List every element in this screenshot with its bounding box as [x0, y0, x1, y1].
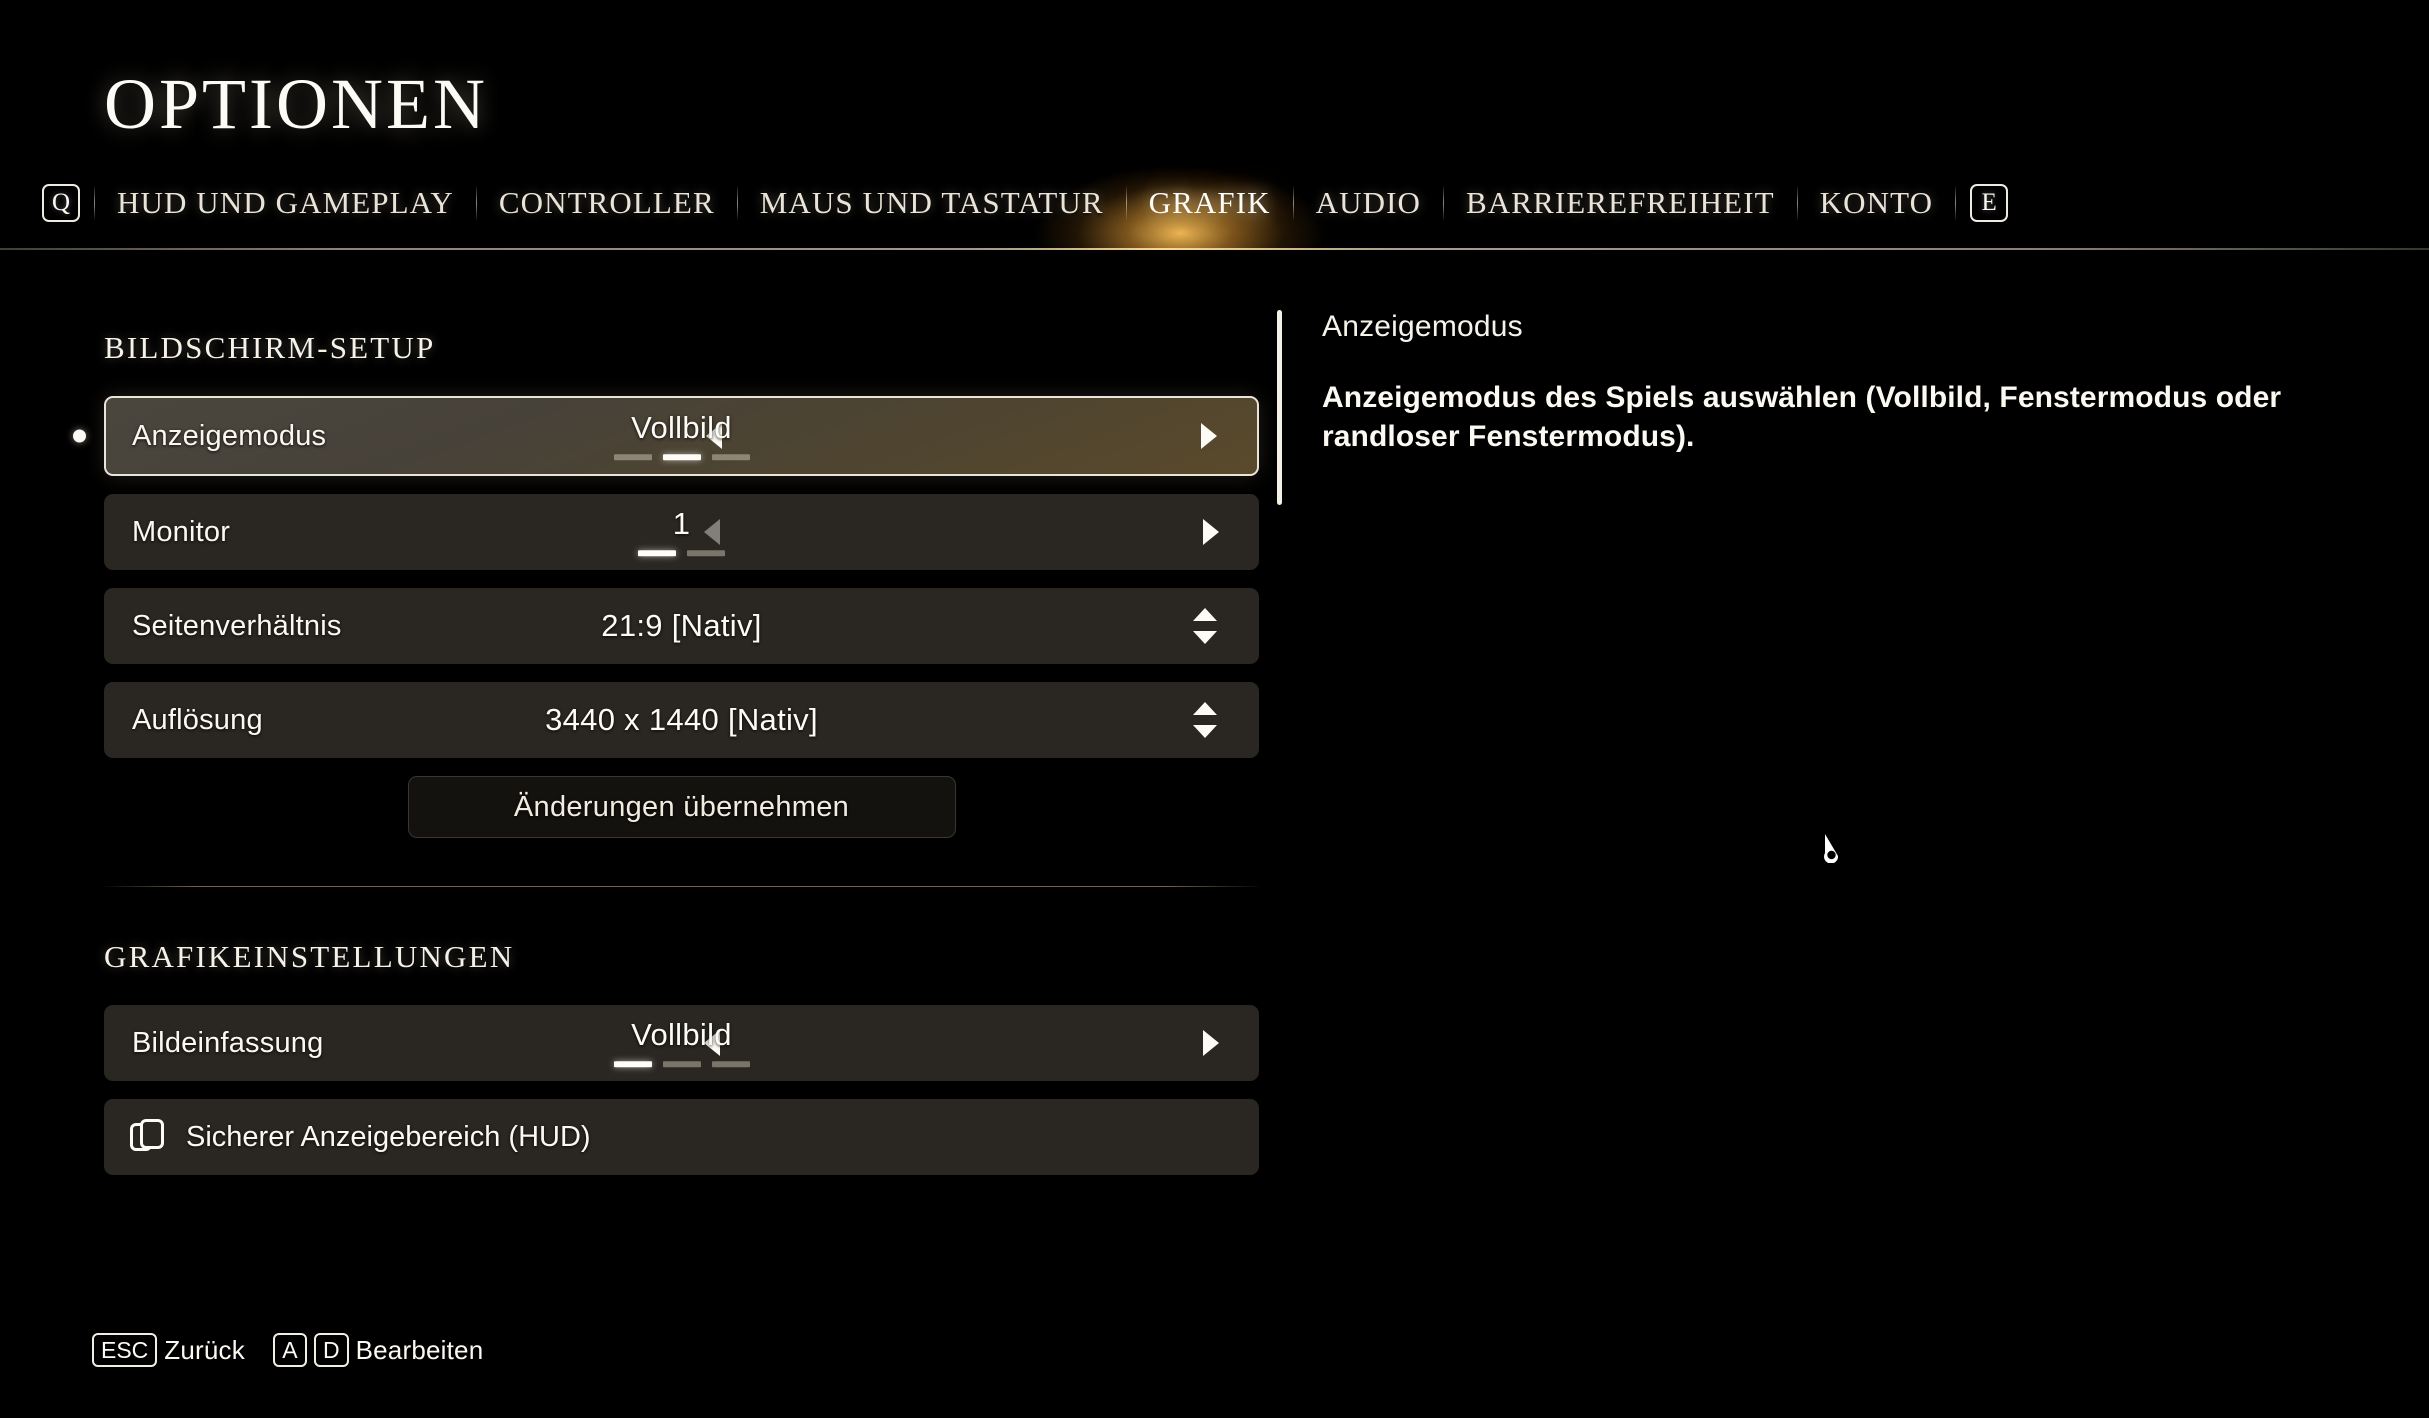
decrement-arrow-icon[interactable] — [704, 1030, 720, 1056]
setting-value: 3440 x 1440 [Nativ] — [545, 702, 818, 737]
step-indicator — [613, 1060, 750, 1067]
apply-changes-button[interactable]: Änderungen übernehmen — [407, 776, 956, 838]
description-body: Anzeigemodus des Spiels auswählen (Vollb… — [1322, 381, 2282, 453]
prev-tab-key-badge[interactable]: Q — [42, 184, 80, 222]
description-accent-bar — [1277, 310, 1282, 505]
description-panel: Anzeigemodus Anzeigemodus des Spiels aus… — [1322, 310, 2357, 456]
setting-row-monitor[interactable]: Monitor 1 — [104, 494, 1259, 570]
setting-label: Monitor — [132, 515, 231, 548]
key-badge-esc[interactable]: ESC — [92, 1333, 158, 1367]
graphics-settings-rows: Bildeinfassung Vollbild Sicherer Anzeige… — [104, 1005, 1259, 1175]
tab-audio[interactable]: AUDIO — [1294, 185, 1443, 221]
tab-bar: Q HUD UND GAMEPLAY CONTROLLER MAUS UND T… — [28, 178, 2022, 228]
tab-controller[interactable]: CONTROLLER — [477, 185, 737, 221]
setting-label: Anzeigemodus — [132, 419, 327, 452]
tab-separator — [1955, 186, 1957, 220]
mouse-cursor — [1824, 834, 1839, 863]
setting-row-bildeinfassung[interactable]: Bildeinfassung Vollbild — [104, 1005, 1259, 1081]
header-divider — [0, 248, 2429, 250]
overlapping-frames-icon — [130, 1119, 166, 1155]
step-dash — [613, 453, 652, 460]
step-dash-active — [662, 453, 701, 460]
settings-column: BILDSCHIRM-SETUP Anzeigemodus Vollbild M… — [73, 330, 1259, 1193]
increment-arrow-icon[interactable] — [1201, 423, 1217, 449]
tab-maus-und-tastatur[interactable]: MAUS UND TASTATUR — [738, 185, 1126, 221]
description-title: Anzeigemodus — [1322, 310, 1523, 343]
setting-value: 21:9 [Nativ] — [601, 608, 762, 643]
setting-value: 1 — [672, 506, 691, 542]
increment-arrow-icon[interactable] — [1203, 1030, 1219, 1056]
tab-konto[interactable]: KONTO — [1798, 185, 1955, 221]
step-dash — [711, 453, 750, 460]
options-screen: OPTIONEN Q HUD UND GAMEPLAY CONTROLLER M… — [0, 0, 2429, 1418]
setting-row-anzeigemodus[interactable]: Anzeigemodus Vollbild — [73, 396, 1259, 476]
section-heading-graphics-settings: GRAFIKEINSTELLUNGEN — [104, 939, 515, 974]
step-indicator — [638, 549, 725, 556]
updown-chevron-icon[interactable] — [1193, 608, 1217, 644]
key-badge-a[interactable]: A — [272, 1333, 307, 1367]
step-indicator — [613, 453, 750, 460]
updown-chevron-icon[interactable] — [1193, 702, 1217, 738]
footer-hints: ESC Zurück A D Bearbeiten — [92, 1333, 511, 1367]
step-dash — [711, 1060, 750, 1067]
setting-label: Sicherer Anzeigebereich (HUD) — [186, 1120, 591, 1153]
tab-barrierefreiheit[interactable]: BARRIEREFREIHEIT — [1444, 185, 1797, 221]
increment-arrow-icon[interactable] — [1203, 519, 1219, 545]
setting-row-aufloesung[interactable]: Auflösung 3440 x 1440 [Nativ] — [104, 682, 1259, 758]
hint-label-edit: Bearbeiten — [355, 1334, 484, 1365]
decrement-arrow-icon[interactable] — [704, 519, 720, 545]
decrement-arrow-icon[interactable] — [706, 423, 722, 449]
hint-label-back: Zurück — [164, 1334, 245, 1365]
page-title: OPTIONEN — [104, 64, 488, 144]
value-stack: 1 — [104, 508, 1259, 556]
key-badge-d[interactable]: D — [313, 1333, 349, 1367]
tab-hud-und-gameplay[interactable]: HUD UND GAMEPLAY — [95, 185, 476, 221]
step-dash-active — [613, 1060, 652, 1067]
setting-row-sicherer-anzeigebereich[interactable]: Sicherer Anzeigebereich (HUD) — [104, 1099, 1259, 1175]
apply-button-wrap: Änderungen übernehmen — [104, 776, 1259, 838]
step-dash — [662, 1060, 701, 1067]
step-dash — [687, 549, 725, 556]
setting-row-seitenverhaeltnis[interactable]: Seitenverhältnis 21:9 [Nativ] — [104, 588, 1259, 664]
section-divider — [104, 886, 1259, 887]
display-setup-rows: Anzeigemodus Vollbild Monitor 1 Seitenve… — [73, 396, 1259, 887]
selection-bullet-icon — [73, 429, 86, 443]
next-tab-key-badge[interactable]: E — [1970, 184, 2009, 222]
setting-label: Bildeinfassung — [132, 1026, 324, 1059]
tab-grafik[interactable]: GRAFIK — [1127, 185, 1293, 221]
step-dash-active — [638, 549, 676, 556]
section-heading-display-setup: BILDSCHIRM-SETUP — [104, 330, 436, 365]
